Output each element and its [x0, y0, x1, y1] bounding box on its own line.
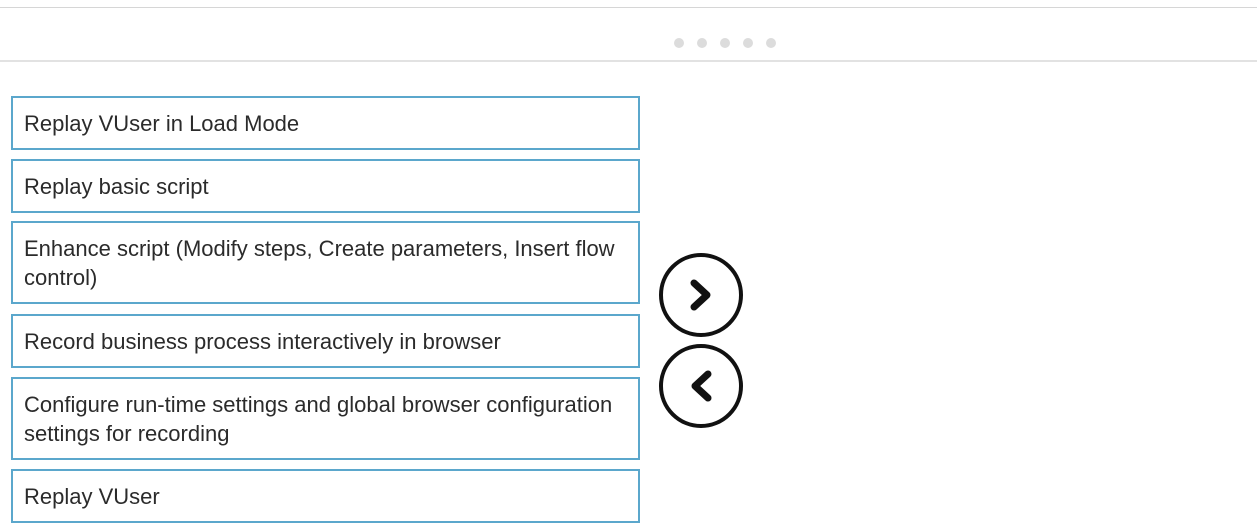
list-item[interactable]: Configure run-time settings and global b… — [11, 377, 640, 460]
move-right-button[interactable] — [659, 253, 743, 337]
header-divider — [0, 60, 1257, 62]
header-bar — [0, 8, 1257, 61]
list-item[interactable]: Replay VUser in Load Mode — [11, 96, 640, 150]
list-item-label: Replay basic script — [24, 173, 209, 199]
pager-dot[interactable] — [766, 38, 776, 48]
list-item-label: Replay VUser — [24, 483, 160, 509]
pager-dot[interactable] — [674, 38, 684, 48]
list-item[interactable]: Enhance script (Modify steps, Create par… — [11, 221, 640, 304]
chevron-right-icon — [690, 279, 711, 311]
list-item-label: Configure run-time settings and global b… — [24, 391, 613, 446]
pager-dot[interactable] — [720, 38, 730, 48]
list-item[interactable]: Record business process interactively in… — [11, 314, 640, 368]
pager-dot[interactable] — [697, 38, 707, 48]
list-item[interactable]: Replay VUser — [11, 469, 640, 523]
pager-dots — [674, 38, 776, 48]
list-item[interactable]: Replay basic script — [11, 159, 640, 213]
list-item-label: Enhance script (Modify steps, Create par… — [24, 235, 615, 290]
list-item-label: Record business process interactively in… — [24, 328, 501, 354]
pager-dot[interactable] — [743, 38, 753, 48]
list-item-label: Replay VUser in Load Mode — [24, 110, 300, 136]
move-left-button[interactable] — [659, 344, 743, 428]
chevron-left-icon — [691, 370, 712, 402]
